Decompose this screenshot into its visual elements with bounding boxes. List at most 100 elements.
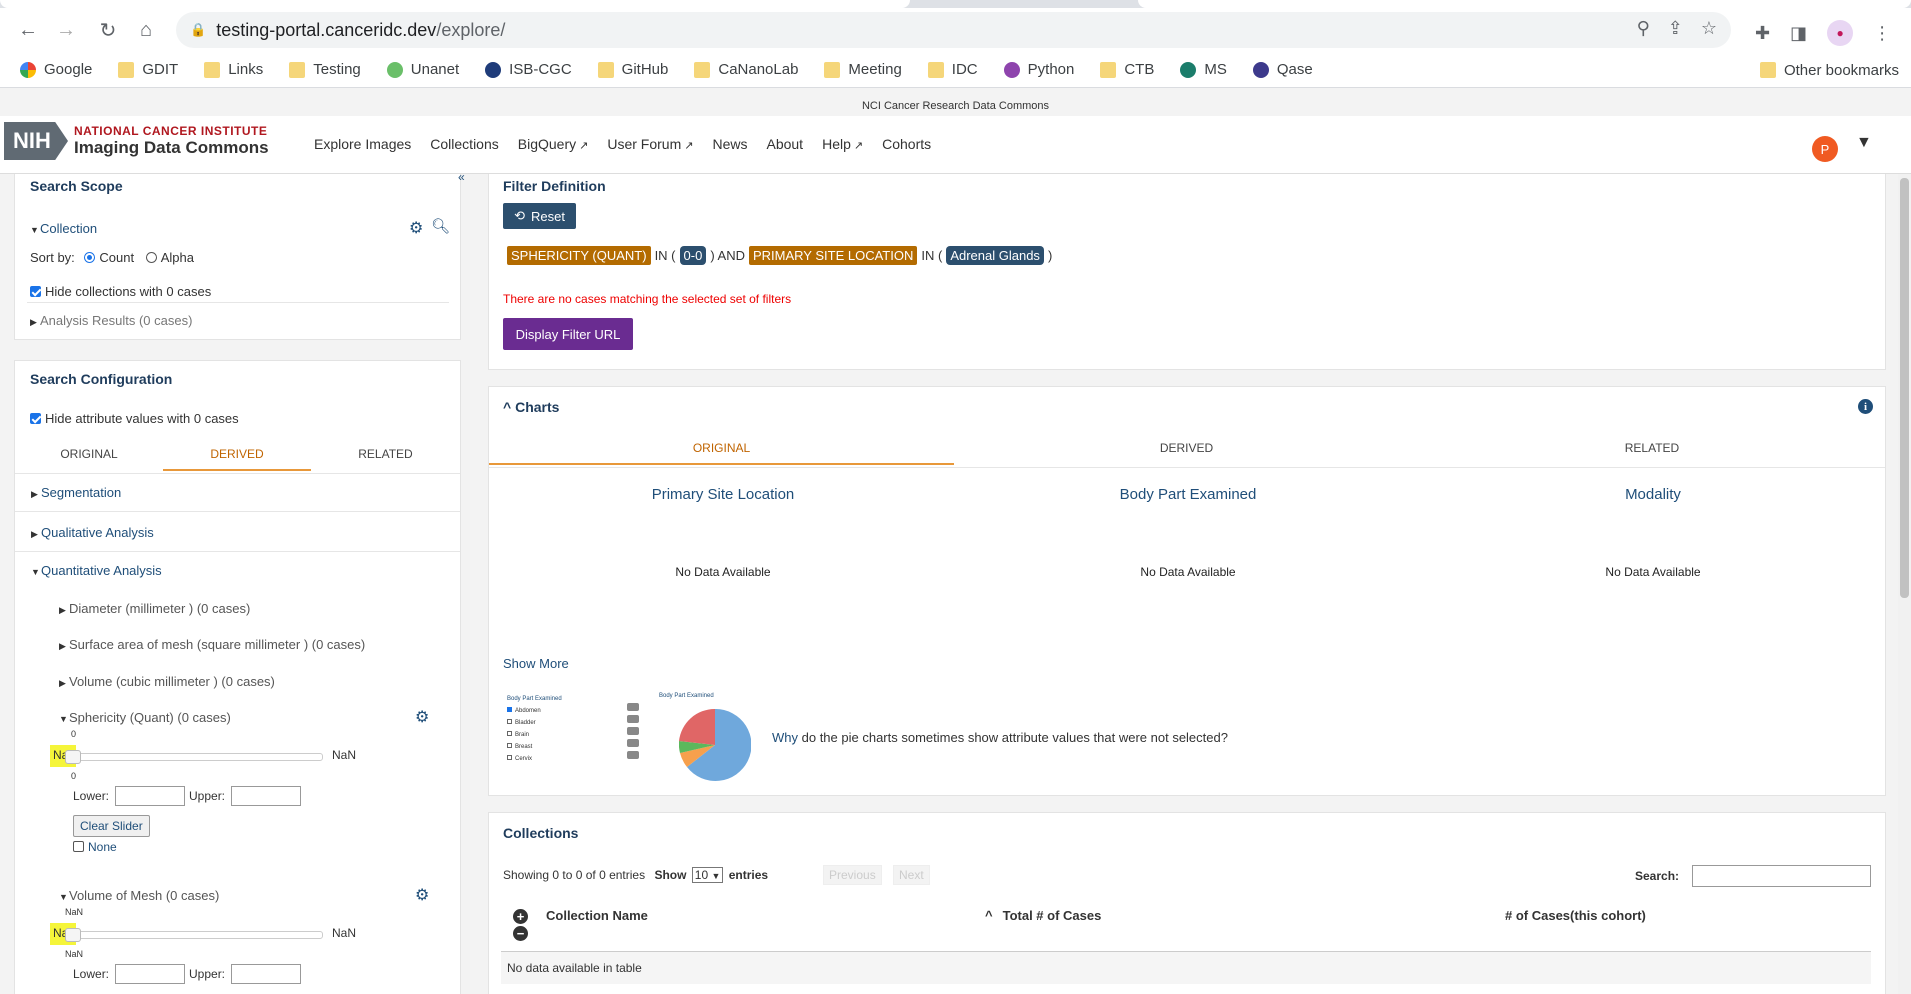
volume-toggle[interactable]: ▶ Volume (cubic millimeter ) (0 cases)	[59, 674, 275, 689]
quantitative-toggle[interactable]: ▼Quantitative Analysis	[31, 563, 162, 578]
sphericity-slider-handle[interactable]	[65, 750, 81, 764]
menu-bigquery[interactable]: BigQuery ↗	[518, 136, 589, 152]
chart-tab-derived[interactable]: DERIVED	[954, 433, 1419, 465]
menu-cohorts[interactable]: Cohorts	[882, 136, 931, 152]
profile-avatar[interactable]: ●	[1827, 20, 1854, 46]
menu-user-forum[interactable]: User Forum ↗	[607, 136, 693, 152]
next-button[interactable]: Next	[893, 865, 930, 885]
menu-news[interactable]: News	[712, 136, 747, 152]
sphericity-upper-input[interactable]	[231, 786, 301, 806]
collapse-all-icon[interactable]: −	[513, 926, 528, 941]
bookmark-item[interactable]: IDC	[922, 56, 984, 84]
expand-all-icon[interactable]: +	[513, 909, 528, 924]
browser-tab[interactable]	[0, 0, 910, 8]
volume-mesh-slider-handle[interactable]	[65, 928, 81, 942]
bookmark-item[interactable]: Testing	[283, 56, 367, 84]
collection-toggle[interactable]: ▼Collection	[30, 221, 97, 236]
star-icon[interactable]: ☆	[1701, 18, 1717, 39]
gear-icon[interactable]: ⚙	[415, 707, 429, 727]
info-icon[interactable]: i	[1858, 399, 1873, 414]
qualitative-toggle[interactable]: ▶ Qualitative Analysis	[31, 525, 154, 540]
hide-collections-checkbox[interactable]	[30, 286, 41, 297]
bookmark-item[interactable]: MS	[1174, 56, 1233, 84]
chart-tab-related[interactable]: RELATED	[1419, 433, 1885, 465]
bookmark-item[interactable]: Python	[998, 56, 1081, 84]
tab-derived[interactable]: DERIVED	[163, 439, 311, 471]
bookmark-item[interactable]: ISB-CGC	[479, 56, 578, 84]
bookmark-item[interactable]: Unanet	[381, 56, 465, 84]
none-row[interactable]: None	[73, 840, 117, 854]
charts-toggle[interactable]: ^ Charts	[503, 399, 559, 415]
bookmark-item[interactable]: CaNanoLab	[688, 56, 804, 84]
clear-slider-button[interactable]: Clear Slider	[73, 815, 150, 837]
gear-icon[interactable]: ⚙	[409, 218, 423, 238]
browser-tab[interactable]	[1138, 0, 1911, 8]
analysis-results-toggle[interactable]: ▶ Analysis Results (0 cases)	[30, 313, 192, 328]
sort-alpha-radio[interactable]	[145, 252, 157, 263]
bookmark-item[interactable]: Google	[14, 56, 98, 84]
col-cohort-cases[interactable]: # of Cases(this cohort)	[1505, 908, 1646, 923]
sphericity-toggle[interactable]: ▼Sphericity (Quant) (0 cases)	[59, 710, 231, 725]
sphericity-slider[interactable]	[73, 753, 323, 761]
bookmark-item[interactable]: GDIT	[112, 56, 184, 84]
home-icon[interactable]: ⌂	[128, 12, 164, 48]
collections-search-input[interactable]	[1692, 865, 1871, 887]
back-arrow-icon[interactable]: ←	[10, 12, 46, 48]
chart-tab-original[interactable]: ORIGINAL	[489, 433, 954, 465]
hide-attr-row[interactable]: Hide attribute values with 0 cases	[30, 411, 239, 426]
collapse-panel-icon[interactable]: «	[458, 170, 465, 184]
none-checkbox[interactable]	[73, 841, 84, 852]
page-scrollbar[interactable]	[1898, 174, 1911, 994]
side-panel-icon[interactable]: ◨	[1790, 23, 1807, 44]
user-avatar[interactable]: P	[1812, 136, 1838, 162]
bookmark-item[interactable]: Meeting	[818, 56, 907, 84]
sphericity-lower-input[interactable]	[115, 786, 185, 806]
menu-explore-images[interactable]: Explore Images	[314, 136, 411, 152]
filter-value-adrenal[interactable]: Adrenal Glands	[946, 246, 1044, 265]
volume-mesh-lower-input[interactable]	[115, 964, 185, 984]
col-total-cases[interactable]: ^ Total # of Cases	[985, 908, 1101, 923]
mini-legend-item: Abdomen	[507, 705, 602, 717]
other-bookmarks[interactable]: Other bookmarks	[1754, 56, 1905, 84]
volume-mesh-upper-input[interactable]	[231, 964, 301, 984]
volume-mesh-toggle[interactable]: ▼Volume of Mesh (0 cases)	[59, 888, 219, 903]
bookmark-item[interactable]: GitHub	[592, 56, 675, 84]
bookmark-item[interactable]: Qase	[1247, 56, 1319, 84]
zoom-icon[interactable]: ⚲	[1637, 18, 1650, 39]
gear-icon[interactable]: ⚙	[415, 885, 429, 905]
tab-original[interactable]: ORIGINAL	[15, 439, 163, 471]
menu-help[interactable]: Help ↗	[822, 136, 863, 152]
why-link[interactable]: Why	[772, 730, 798, 745]
more-menu-icon[interactable]: ⋮	[1873, 23, 1891, 44]
scrollbar-thumb[interactable]	[1900, 178, 1909, 598]
search-icon[interactable]: 🔍︎	[431, 217, 450, 235]
reset-button[interactable]: ⟲ Reset	[503, 203, 576, 229]
filter-value-sphericity[interactable]: 0-0	[679, 246, 707, 265]
extensions-puzzle-icon[interactable]: ✚	[1755, 23, 1770, 44]
share-icon[interactable]: ⇪	[1668, 18, 1683, 39]
hide-attr-checkbox[interactable]	[30, 413, 41, 424]
display-filter-url-button[interactable]: Display Filter URL	[503, 318, 633, 350]
previous-button[interactable]: Previous	[823, 865, 882, 885]
volume-mesh-slider[interactable]	[73, 931, 323, 939]
sort-count-radio[interactable]	[84, 252, 96, 263]
address-bar[interactable]: 🔒 testing-portal.canceridc.dev/explore/ …	[176, 12, 1731, 48]
surface-area-toggle[interactable]: ▶ Surface area of mesh (square millimeter…	[59, 637, 365, 652]
filter-term-primary-site[interactable]: PRIMARY SITE LOCATION	[748, 246, 918, 265]
chevron-down-icon[interactable]: ▼	[1856, 134, 1872, 152]
bookmark-item[interactable]: Links	[198, 56, 269, 84]
reload-icon[interactable]: ↻	[90, 12, 126, 48]
bookmark-item[interactable]: CTB	[1094, 56, 1160, 84]
tab-related[interactable]: RELATED	[311, 439, 460, 471]
menu-collections[interactable]: Collections	[430, 136, 498, 152]
filter-term-sphericity[interactable]: SPHERICITY (QUANT)	[507, 246, 651, 265]
col-collection-name[interactable]: Collection Name	[546, 908, 648, 923]
segmentation-toggle[interactable]: ▶ Segmentation	[31, 485, 121, 500]
hide-collections-row[interactable]: Hide collections with 0 cases	[30, 284, 211, 299]
site-logo[interactable]: NIH NATIONAL CANCER INSTITUTE Imaging Da…	[4, 122, 269, 160]
diameter-toggle[interactable]: ▶ Diameter (millimeter ) (0 cases)	[59, 601, 250, 616]
show-more-link[interactable]: Show More	[503, 656, 569, 671]
page-size-select[interactable]: 10 ▼	[691, 867, 724, 883]
menu-about[interactable]: About	[766, 136, 803, 152]
forward-arrow-icon[interactable]: →	[48, 12, 84, 48]
